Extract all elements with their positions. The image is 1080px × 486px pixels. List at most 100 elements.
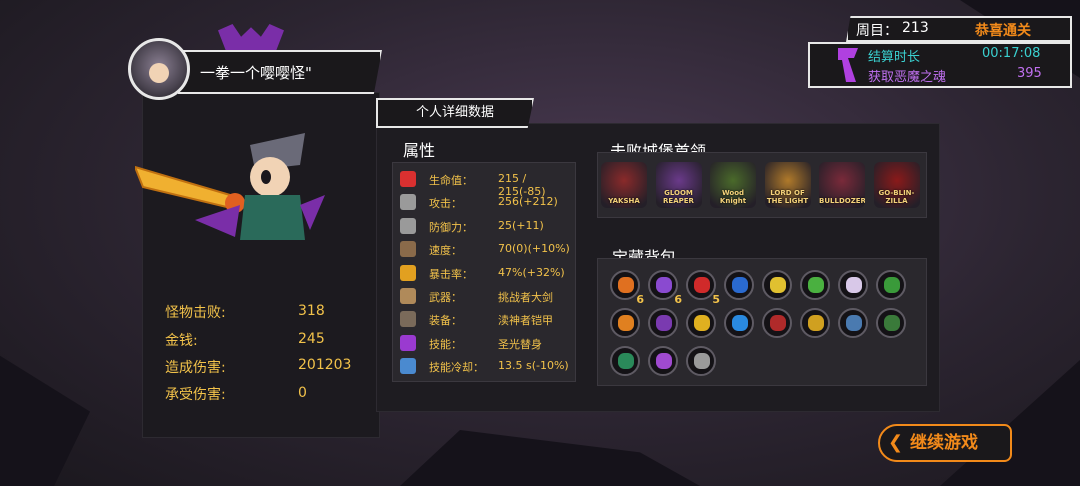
red-claw-icon xyxy=(770,315,786,331)
treasure-item[interactable] xyxy=(724,308,754,338)
souls-value: 395 xyxy=(1017,66,1042,81)
attribute-row: 技能： 圣光替身 xyxy=(398,333,574,355)
stat-value: 0 xyxy=(298,385,307,401)
treasure-item[interactable] xyxy=(686,346,716,376)
treasure-item[interactable] xyxy=(610,308,640,338)
purple-claw-icon xyxy=(656,315,672,331)
attribute-row: 技能冷却： 13.5 s(-10%) xyxy=(398,356,574,378)
green-beast-icon xyxy=(884,277,900,293)
continue-game-button[interactable]: ❮ 继续游戏 xyxy=(878,424,1012,462)
treasure-item[interactable] xyxy=(876,270,906,300)
attribute-label: 暴击率： xyxy=(429,267,473,281)
shield-icon xyxy=(400,217,416,234)
treasure-item[interactable] xyxy=(610,346,640,376)
orange-dragon-icon xyxy=(618,315,634,331)
treasure-item[interactable] xyxy=(686,308,716,338)
tab-personal-details[interactable]: 个人详细数据 xyxy=(376,98,534,128)
treasure-item[interactable] xyxy=(876,308,906,338)
attribute-label: 技能： xyxy=(429,337,462,351)
treasure-item[interactable] xyxy=(800,270,830,300)
green-armor-icon xyxy=(884,315,900,331)
crit-icon xyxy=(400,264,416,281)
treasure-item[interactable]: 6 xyxy=(648,270,682,306)
attribute-row: 武器： 挑战者大剑 xyxy=(398,286,574,308)
hero-character-icon xyxy=(135,133,325,240)
gold-skull-icon xyxy=(808,315,824,331)
attribute-value: 圣光替身 xyxy=(498,337,542,351)
heart-icon xyxy=(400,171,416,187)
item-count: 6 xyxy=(636,293,644,306)
continue-arrow-icon: ❮ xyxy=(888,432,904,453)
attribute-row: 装备： 渎神者铠甲 xyxy=(398,309,574,331)
stat-label: 金钱: xyxy=(165,333,198,349)
boss-name: GO-BLIN-ZILLA xyxy=(878,189,915,205)
crystal-gem-icon xyxy=(656,277,672,293)
treasure-item[interactable]: 6 xyxy=(610,270,644,306)
clear-text: 恭喜通关 xyxy=(975,23,1031,39)
attribute-value: 13.5 s(-10%) xyxy=(498,359,569,373)
attribute-value: 25(+11) xyxy=(498,218,544,232)
attribute-label: 技能冷却： xyxy=(429,361,484,375)
boss-portrait[interactable]: GLOOM REAPER xyxy=(655,162,702,208)
treasure-item[interactable] xyxy=(762,308,792,338)
bg-shard xyxy=(400,430,700,486)
boss-name: Wood Knight xyxy=(719,189,747,205)
souls-label: 获取恶魔之魂 xyxy=(868,70,947,85)
treasure-item[interactable] xyxy=(800,308,830,338)
attribute-label: 生命值： xyxy=(429,174,473,187)
boot-icon xyxy=(400,241,416,258)
attribute-value: 70(0)(+10%) xyxy=(498,242,570,256)
stat-label: 承受伤害: xyxy=(165,387,226,403)
treasure-item[interactable] xyxy=(648,346,678,376)
gold-leaf-icon xyxy=(770,277,786,293)
attribute-row: 攻击： 256(+212) xyxy=(398,192,574,214)
treasure-item[interactable]: 5 xyxy=(686,270,720,306)
item-count: 6 xyxy=(674,293,682,306)
boss-name: GLOOM REAPER xyxy=(663,189,694,205)
boss-portrait[interactable]: Wood Knight xyxy=(710,162,756,208)
boss-name: LORD OF THE LIGHT xyxy=(766,189,809,205)
bg-shard xyxy=(0,355,90,486)
attribute-value: 256(+212) xyxy=(498,195,558,209)
stat-value: 318 xyxy=(298,303,325,319)
time-value: 00:17:08 xyxy=(982,46,1041,61)
treasure-item[interactable] xyxy=(838,308,868,338)
attribute-label: 攻击： xyxy=(429,197,462,211)
blue-armor-icon xyxy=(846,315,862,331)
item-count: 5 xyxy=(712,293,720,306)
player-avatar xyxy=(128,38,190,100)
continue-game-label: 继续游戏 xyxy=(910,433,978,453)
sapphire-gem-icon xyxy=(732,277,748,293)
gray-chain-icon xyxy=(694,353,710,369)
demon-soul-icon xyxy=(838,48,858,82)
green-potion-icon xyxy=(808,277,824,293)
purple-blade-icon xyxy=(656,353,672,369)
attribute-label: 速度： xyxy=(429,244,462,258)
bg-shard xyxy=(940,360,1080,486)
attribute-label: 装备： xyxy=(429,314,462,328)
boss-portrait[interactable]: GO-BLIN-ZILLA xyxy=(873,162,920,208)
attribute-label: 武器： xyxy=(429,291,462,304)
attribute-row: 暴击率： 47%(+32%) xyxy=(398,263,574,285)
treasure-item[interactable] xyxy=(762,270,792,300)
boss-portrait[interactable]: BULLDOZER xyxy=(819,162,865,208)
boss-portrait[interactable]: YAKSHA xyxy=(601,162,647,208)
treasure-item[interactable] xyxy=(838,270,868,300)
attribute-value: 挑战者大剑 xyxy=(498,291,553,304)
stat-label: 怪物击败: xyxy=(165,305,226,321)
boss-portrait[interactable]: LORD OF THE LIGHT xyxy=(764,162,811,208)
stat-label: 造成伤害: xyxy=(165,360,226,376)
cooldown-icon xyxy=(400,358,416,375)
gold-shield-icon xyxy=(694,315,710,331)
player-name: 一拳一个嘤嘤怪" xyxy=(200,64,312,82)
time-label: 结算时长 xyxy=(868,50,921,65)
sword-icon xyxy=(400,194,416,211)
attribute-value: 47%(+32%) xyxy=(498,265,565,279)
boss-name: YAKSHA xyxy=(608,197,640,205)
round-value: 213 xyxy=(902,20,929,36)
attribute-label: 防御力： xyxy=(429,220,473,234)
treasure-item[interactable] xyxy=(648,308,678,338)
treasure-item[interactable] xyxy=(724,270,754,300)
attribute-row: 速度： 70(0)(+10%) xyxy=(398,239,574,261)
blue-flame-icon xyxy=(732,315,748,331)
